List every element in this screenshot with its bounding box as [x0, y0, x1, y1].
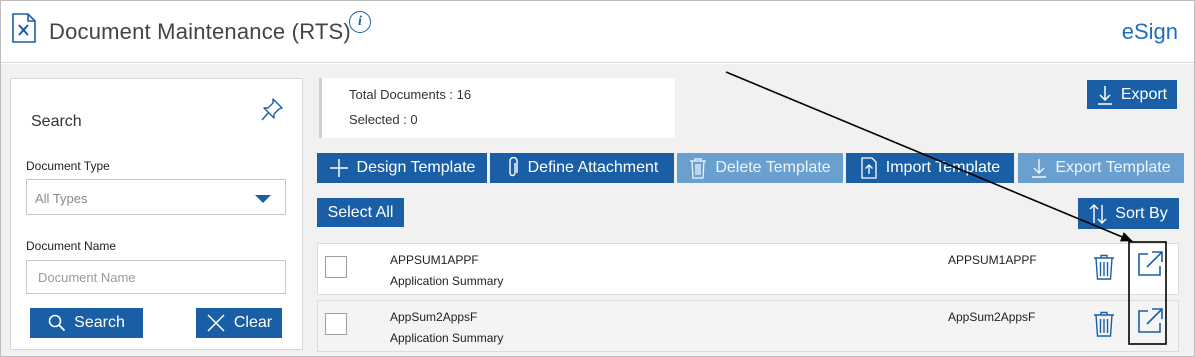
download-icon — [1097, 85, 1112, 105]
search-button[interactable]: Search — [30, 308, 143, 338]
search-panel-title: Search — [31, 113, 82, 130]
selected-count: Selected : 0 — [349, 112, 418, 127]
document-tools-icon — [12, 13, 36, 43]
row-description: Application Summary — [390, 331, 504, 345]
select-all-button[interactable]: Select All — [317, 198, 404, 227]
sort-icon — [1089, 203, 1107, 224]
upload-file-icon — [861, 157, 877, 179]
export-template-label: Export Template — [1055, 159, 1171, 176]
chevron-down-icon — [255, 195, 271, 203]
clear-button[interactable]: Clear — [196, 308, 282, 338]
pin-icon[interactable] — [260, 97, 284, 123]
import-template-button[interactable]: Import Template — [846, 153, 1014, 183]
search-icon — [48, 314, 66, 332]
download-icon — [1032, 159, 1047, 178]
export-template-button[interactable]: Export Template — [1018, 153, 1184, 183]
delete-template-button[interactable]: Delete Template — [677, 153, 843, 183]
document-name-input[interactable] — [26, 260, 286, 294]
export-button[interactable]: Export — [1087, 80, 1177, 109]
table-row[interactable]: AppSum2AppsF Application Summary AppSum2… — [317, 300, 1179, 352]
delete-row-icon[interactable] — [1093, 254, 1115, 280]
table-row[interactable]: APPSUM1APPF Application Summary APPSUM1A… — [317, 243, 1179, 295]
row-checkbox[interactable] — [325, 256, 347, 278]
total-documents: Total Documents : 16 — [349, 87, 472, 102]
open-external-icon[interactable] — [1136, 307, 1164, 335]
document-type-select[interactable]: All Types — [26, 179, 286, 215]
plus-icon — [329, 159, 348, 177]
open-external-icon[interactable] — [1136, 250, 1164, 278]
page-title: Document Maintenance (RTS) — [49, 19, 351, 44]
design-template-label: Design Template — [356, 159, 476, 176]
document-summary: Total Documents : 16 Selected : 0 — [319, 78, 675, 138]
row-description: Application Summary — [390, 274, 504, 288]
document-type-value: All Types — [35, 191, 88, 206]
define-attachment-button[interactable]: Define Attachment — [490, 153, 674, 183]
paperclip-icon — [508, 157, 518, 177]
row-template-code: APPSUM1APPF — [390, 253, 479, 267]
sort-by-button[interactable]: Sort By — [1078, 198, 1179, 229]
trash-icon — [690, 158, 707, 179]
delete-template-label: Delete Template — [715, 159, 831, 176]
row-template-id: APPSUM1APPF — [948, 253, 1037, 267]
info-icon[interactable]: i — [349, 11, 371, 33]
row-template-id: AppSum2AppsF — [948, 310, 1036, 324]
document-name-label: Document Name — [26, 239, 117, 253]
row-checkbox[interactable] — [325, 313, 347, 335]
import-template-label: Import Template — [885, 159, 1001, 176]
brand-link[interactable]: eSign — [1122, 19, 1178, 45]
page-header: Document Maintenance (RTS) i eSign — [1, 1, 1194, 63]
search-button-label: Search — [74, 314, 125, 331]
close-icon — [207, 314, 225, 332]
row-template-code: AppSum2AppsF — [390, 310, 478, 324]
delete-row-icon[interactable] — [1093, 311, 1115, 337]
main-content: Search Document Type All Types Document … — [1, 64, 1194, 356]
define-attachment-label: Define Attachment — [527, 159, 659, 176]
document-type-label: Document Type — [26, 159, 110, 173]
design-template-button[interactable]: Design Template — [317, 153, 487, 183]
search-panel: Search Document Type All Types Document … — [10, 78, 303, 350]
sort-by-label: Sort By — [1115, 204, 1168, 222]
clear-button-label: Clear — [233, 314, 273, 331]
export-button-label: Export — [1120, 85, 1168, 103]
